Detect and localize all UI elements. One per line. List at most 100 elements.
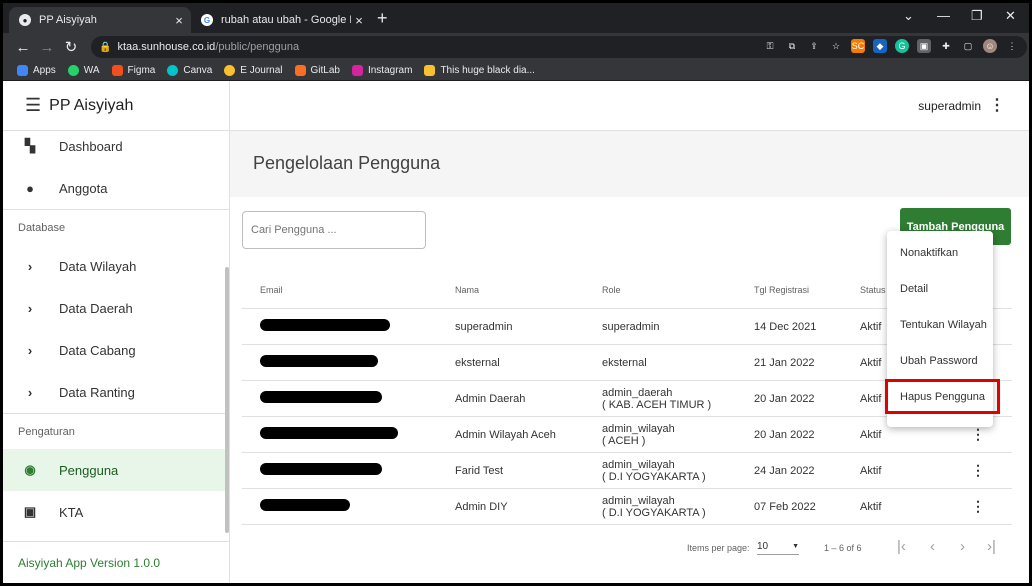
grammarly-icon[interactable]: G bbox=[895, 39, 909, 53]
bookmark-gitlab[interactable]: GitLab bbox=[294, 65, 340, 76]
sidebar-item-kta[interactable]: ▣ KTA bbox=[3, 491, 229, 533]
tab-pp-aisyiyah[interactable]: ● PP Aisyiyah × bbox=[9, 7, 191, 33]
translate-icon[interactable]: ⧉ bbox=[785, 39, 799, 53]
share-icon[interactable]: ⇪ bbox=[807, 39, 821, 53]
col-role[interactable]: Role bbox=[602, 284, 754, 296]
back-icon[interactable]: ← bbox=[11, 39, 35, 56]
person-icon: ● bbox=[26, 180, 34, 196]
cell-nama: Admin DIY bbox=[455, 500, 508, 513]
cell-nama: Admin Daerah bbox=[455, 392, 526, 405]
minimize-icon[interactable]: — bbox=[937, 8, 950, 23]
close-tab-icon[interactable]: × bbox=[351, 13, 367, 28]
sidebar-item-data-daerah[interactable]: › Data Daerah bbox=[3, 287, 229, 329]
browser-toolbar: ← → ↻ 🔒 ktaa.sunhouse.co.id /public/peng… bbox=[3, 33, 1029, 61]
sidebar-item-label: Dashboard bbox=[59, 138, 123, 154]
row-menu-icon[interactable]: ⋮ bbox=[948, 462, 1008, 479]
cell-status: Aktif bbox=[860, 428, 882, 441]
sidebar-item-pengguna[interactable]: ◉ Pengguna bbox=[3, 449, 229, 491]
sidebar-item-label: KTA bbox=[59, 504, 84, 520]
user-name[interactable]: superadmin bbox=[918, 99, 981, 113]
reload-icon[interactable]: ↻ bbox=[59, 38, 83, 56]
cell-tgl: 14 Dec 2021 bbox=[754, 320, 817, 333]
tab-strip: ● PP Aisyiyah × G rubah atau ubah - Goog… bbox=[3, 3, 1029, 33]
chevron-down-icon[interactable]: ⌄ bbox=[903, 8, 914, 24]
extension-icons: ⚿ ⧉ ⇪ ☆ SC ◆ G ▣ ✚ ▢ ☺ ⋮ bbox=[763, 39, 1019, 53]
role-name: admin_wilayah bbox=[602, 422, 675, 435]
tab-google[interactable]: G rubah atau ubah - Google Nggol × bbox=[193, 7, 371, 33]
col-tgl[interactable]: Tgl Registrasi bbox=[754, 285, 860, 295]
more-icon[interactable]: ⋮ bbox=[1005, 39, 1019, 53]
role-region: ( D.I YOGYAKARTA ) bbox=[602, 470, 706, 483]
col-email[interactable]: Email bbox=[242, 285, 455, 295]
sidebar-item-data-wilayah[interactable]: › Data Wilayah bbox=[3, 245, 229, 287]
new-tab-icon[interactable]: + bbox=[377, 8, 388, 29]
restore-icon[interactable]: ❐ bbox=[971, 8, 983, 24]
bookmark-ejournal[interactable]: E Journal bbox=[224, 65, 283, 76]
search-input[interactable] bbox=[243, 212, 425, 248]
menu-item-detail[interactable]: Detail bbox=[887, 271, 993, 307]
github-icon: ● bbox=[19, 14, 31, 26]
chevron-right-icon: › bbox=[27, 384, 33, 400]
email-redacted bbox=[242, 319, 455, 334]
row-menu-icon[interactable]: ⋮ bbox=[948, 426, 1008, 443]
col-nama[interactable]: Nama bbox=[455, 285, 602, 295]
close-tab-icon[interactable]: × bbox=[171, 13, 187, 28]
bookmark-label: WA bbox=[83, 65, 100, 76]
sidebar-item-anggota[interactable]: ● Anggota bbox=[3, 167, 229, 209]
menu-item-nonaktifkan[interactable]: Nonaktifkan bbox=[887, 235, 993, 271]
next-page-icon[interactable]: › bbox=[960, 538, 965, 555]
bookmarks-bar: Apps WA Figma Canva E Journal GitLab Ins… bbox=[3, 61, 1029, 81]
more-vert-icon[interactable]: ⋮ bbox=[989, 95, 1005, 115]
sidebar-item-data-ranting[interactable]: › Data Ranting bbox=[3, 371, 229, 413]
row-menu-icon[interactable]: ⋮ bbox=[948, 498, 1008, 515]
forward-icon[interactable]: → bbox=[35, 39, 59, 56]
email-redacted bbox=[242, 463, 455, 478]
email-redacted bbox=[242, 427, 455, 442]
menu-icon[interactable]: ☰ bbox=[25, 95, 41, 116]
shield-icon[interactable]: ◆ bbox=[873, 39, 887, 53]
first-page-icon[interactable]: |‹ bbox=[897, 538, 906, 555]
lock-icon: 🔒 bbox=[99, 41, 112, 53]
items-per-page-select[interactable]: 10 ▼ bbox=[757, 541, 799, 555]
search-field[interactable] bbox=[242, 211, 426, 249]
table-row[interactable]: Admin DIY admin_wilayah( D.I YOGYAKARTA … bbox=[242, 489, 1012, 525]
last-page-icon[interactable]: ›| bbox=[987, 538, 996, 555]
avatar-icon[interactable]: ☺ bbox=[983, 39, 997, 53]
prev-page-icon[interactable]: ‹ bbox=[930, 538, 935, 555]
menu-item-tentukan-wilayah[interactable]: Tentukan Wilayah bbox=[887, 307, 993, 343]
page-title: Pengelolaan Pengguna bbox=[253, 153, 441, 173]
email-redacted bbox=[242, 391, 455, 406]
menu-item-ubah-password[interactable]: Ubah Password bbox=[887, 343, 993, 379]
cell-tgl: 07 Feb 2022 bbox=[754, 500, 816, 513]
key-icon[interactable]: ⚿ bbox=[763, 39, 777, 53]
sidebar-item-dashboard[interactable]: ▚ Dashboard bbox=[3, 125, 229, 167]
puzzle-icon[interactable]: ✚ bbox=[939, 39, 953, 53]
bookmark-canva[interactable]: Canva bbox=[167, 65, 212, 76]
bookmark-label: This huge black dia... bbox=[440, 65, 535, 76]
table-row[interactable]: Farid Test admin_wilayah( D.I YOGYAKARTA… bbox=[242, 453, 1012, 489]
bookmark-wa[interactable]: WA bbox=[67, 65, 100, 76]
sidebar: ☰ PP Aisyiyah ▚ Dashboard ● Anggota Data… bbox=[3, 81, 230, 583]
sc-icon[interactable]: SC bbox=[851, 39, 865, 53]
sidebar-item-data-cabang[interactable]: › Data Cabang bbox=[3, 329, 229, 371]
cell-tgl: 21 Jan 2022 bbox=[754, 356, 815, 369]
star-icon[interactable]: ☆ bbox=[829, 39, 843, 53]
cell-tgl: 20 Jan 2022 bbox=[754, 428, 815, 441]
address-bar[interactable]: 🔒 ktaa.sunhouse.co.id /public/pengguna ⚿… bbox=[91, 36, 1027, 58]
window-icon[interactable]: ▢ bbox=[961, 39, 975, 53]
bookmark-apps[interactable]: Apps bbox=[17, 65, 56, 76]
items-per-page-value: 10 bbox=[757, 541, 769, 552]
ext-icon[interactable]: ▣ bbox=[917, 39, 931, 53]
sidebar-scrollbar[interactable] bbox=[225, 267, 229, 533]
bookmark-instagram[interactable]: Instagram bbox=[351, 65, 412, 76]
badge-icon: ▣ bbox=[23, 504, 37, 519]
bookmark-figma[interactable]: Figma bbox=[111, 65, 156, 76]
sidebar-item-label: Data Daerah bbox=[59, 300, 133, 316]
bookmark-black[interactable]: This huge black dia... bbox=[424, 65, 535, 76]
cell-nama: Admin Wilayah Aceh bbox=[455, 428, 556, 441]
bookmark-label: Figma bbox=[127, 65, 156, 76]
close-window-icon[interactable]: ✕ bbox=[1005, 8, 1016, 24]
sidebar-item-label: Data Cabang bbox=[59, 342, 136, 358]
caret-down-icon: ▼ bbox=[792, 543, 799, 550]
whatsapp-icon bbox=[67, 65, 79, 76]
